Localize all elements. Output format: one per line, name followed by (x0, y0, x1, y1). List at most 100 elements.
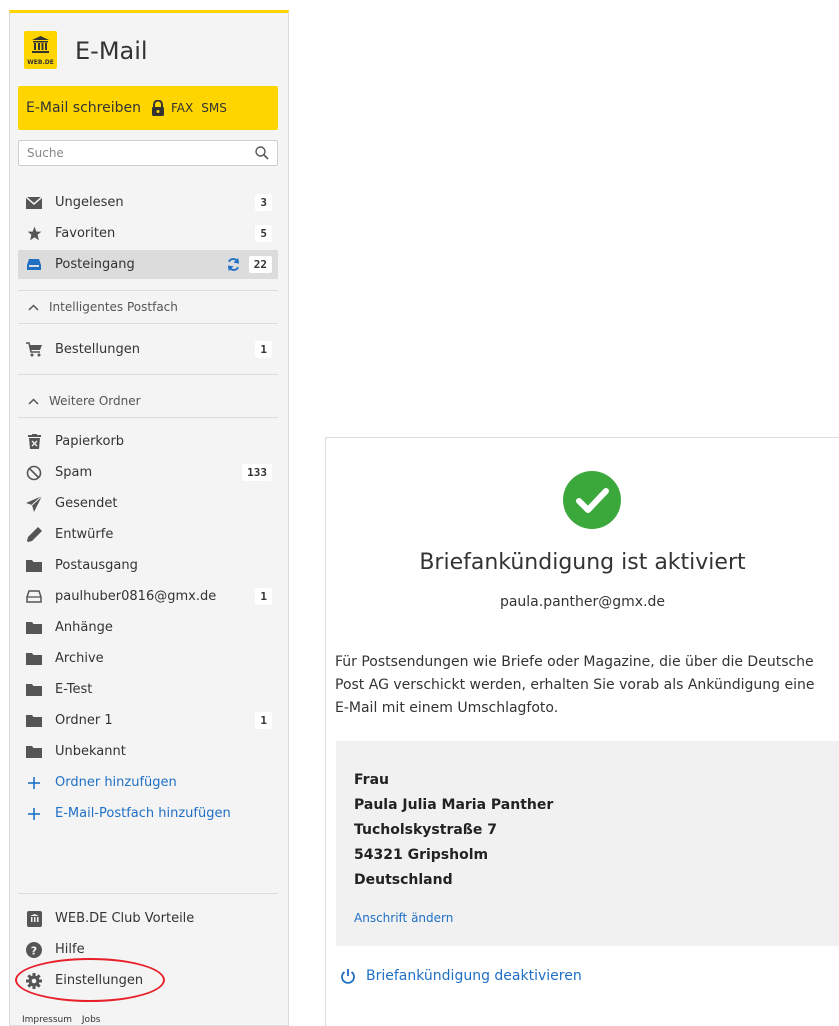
envelope-icon (26, 195, 42, 211)
highlight-circle (15, 958, 165, 1002)
spam-icon (26, 465, 42, 481)
address-street: Tucholskystraße 7 (354, 822, 497, 838)
folder-label: Bestellungen (55, 342, 140, 357)
deactivate-button[interactable]: Briefankündigung deaktivieren (340, 968, 582, 984)
footer-links: Impressum Jobs (22, 1015, 107, 1025)
folder-label: Favoriten (55, 226, 116, 241)
folder-label: E-Test (55, 682, 93, 697)
help-label: Hilfe (55, 942, 85, 957)
plus-icon (26, 806, 42, 822)
folder-label: paulhuber0816@gmx.de (55, 589, 217, 604)
fax-link[interactable]: FAX (171, 101, 193, 115)
sidebar: WEB.DE E-Mail E-Mail schreiben FAX SMS U… (9, 10, 289, 1026)
sms-link[interactable]: SMS (201, 101, 227, 115)
folder-icon (26, 713, 42, 729)
add-folder-link[interactable]: Ordner hinzufügen (18, 768, 278, 797)
divider (18, 290, 278, 291)
search-icon[interactable] (255, 146, 269, 160)
folder-label: Posteingang (55, 257, 135, 272)
folder-label: Unbekannt (55, 744, 126, 759)
inbox-count: 22 (248, 256, 272, 273)
refresh-icon[interactable] (226, 257, 241, 272)
chevron-up-icon (28, 397, 39, 405)
star-icon (26, 226, 42, 242)
unread-count: 3 (255, 194, 272, 211)
folder-label: Archive (55, 651, 104, 666)
address-country: Deutschland (354, 872, 453, 888)
folder-label: Entwürfe (55, 527, 114, 542)
folder-label: Ordner 1 (55, 713, 113, 728)
sidebar-item-e-test[interactable]: E-Test (18, 675, 278, 704)
address-name: Paula Julia Maria Panther (354, 797, 554, 813)
temple-icon (32, 36, 49, 53)
compose-button[interactable]: E-Mail schreiben FAX SMS (18, 86, 278, 130)
send-icon (26, 495, 42, 512)
add-mailbox-link[interactable]: E-Mail-Postfach hinzufügen (18, 799, 278, 828)
sidebar-item-archive[interactable]: Archive (18, 644, 278, 673)
club-link[interactable]: WEB.DE Club Vorteile (18, 904, 278, 933)
sidebar-item-papierkorb[interactable]: Papierkorb (18, 427, 278, 456)
divider (18, 374, 278, 375)
sidebar-item-unbekannt[interactable]: Unbekannt (18, 737, 278, 766)
folder-label: Anhänge (55, 620, 113, 635)
sidebar-item-gmx-mailbox[interactable]: paulhuber0816@gmx.de 1 (18, 582, 278, 611)
sidebar-item-anhaenge[interactable]: Anhänge (18, 613, 278, 642)
address-salutation: Frau (354, 772, 389, 788)
section-title: Intelligentes Postfach (49, 300, 178, 314)
sidebar-item-posteingang[interactable]: Posteingang 22 (18, 250, 278, 279)
pencil-icon (26, 527, 42, 543)
logo-text: WEB.DE (27, 59, 54, 66)
inbox-icon (26, 257, 42, 273)
divider (18, 323, 278, 324)
add-folder-label: Ordner hinzufügen (55, 775, 177, 790)
section-toggle-more-folders[interactable]: Weitere Ordner (18, 387, 278, 415)
section-toggle-intelligent[interactable]: Intelligentes Postfach (18, 293, 278, 321)
change-address-link[interactable]: Anschrift ändern (354, 911, 453, 925)
impressum-link[interactable]: Impressum (22, 1015, 72, 1025)
address-city: 54321 Gripsholm (354, 847, 489, 863)
sidebar-item-postausgang[interactable]: Postausgang (18, 551, 278, 580)
jobs-link[interactable]: Jobs (82, 1015, 101, 1025)
sidebar-item-gesendet[interactable]: Gesendet (18, 489, 278, 518)
folder-label: Papierkorb (55, 434, 125, 449)
sidebar-item-favoriten[interactable]: Favoriten 5 (18, 219, 278, 248)
search-input[interactable] (19, 141, 255, 165)
letter-notification-panel: Briefankündigung ist aktiviert paula.pan… (325, 437, 839, 1026)
section-title: Weitere Ordner (49, 394, 141, 408)
panel-title: Briefankündigung ist aktiviert (419, 550, 746, 575)
sidebar-item-bestellungen[interactable]: Bestellungen 1 (18, 335, 278, 364)
power-icon (341, 969, 355, 984)
lock-icon (151, 100, 164, 116)
mailbox-icon (26, 589, 42, 605)
sidebar-item-entwuerfe[interactable]: Entwürfe (18, 520, 278, 549)
folder-icon (26, 682, 42, 698)
folder-icon (26, 558, 42, 574)
folder-icon (26, 651, 42, 667)
divider (18, 893, 278, 894)
folder-label: Gesendet (55, 496, 118, 511)
favorites-count: 5 (255, 225, 272, 242)
sidebar-item-ungelesen[interactable]: Ungelesen 3 (18, 188, 278, 217)
add-mailbox-label: E-Mail-Postfach hinzufügen (55, 806, 231, 821)
svg-text:?: ? (31, 944, 37, 957)
deactivate-label: Briefankündigung deaktivieren (366, 968, 582, 984)
folder-icon (26, 620, 42, 636)
folder-label: Postausgang (55, 558, 138, 573)
panel-email: paula.panther@gmx.de (499, 594, 666, 610)
club-label: WEB.DE Club Vorteile (55, 911, 195, 926)
compose-label: E-Mail schreiben (26, 100, 141, 116)
help-icon: ? (26, 941, 42, 958)
check-circle-icon (563, 471, 621, 529)
spam-count: 133 (242, 464, 272, 481)
webde-logo[interactable]: WEB.DE (24, 31, 57, 69)
panel-description: Für Postsendungen wie Briefe oder Magazi… (335, 654, 815, 716)
app-title: E-Mail (75, 37, 148, 65)
club-icon (26, 910, 42, 927)
chevron-up-icon (28, 303, 39, 311)
sidebar-item-ordner-1[interactable]: Ordner 1 1 (18, 706, 278, 735)
cart-icon (26, 342, 42, 358)
folder-label: Ungelesen (55, 195, 124, 210)
divider (18, 417, 278, 418)
sidebar-item-spam[interactable]: Spam 133 (18, 458, 278, 487)
search-box (18, 140, 278, 166)
